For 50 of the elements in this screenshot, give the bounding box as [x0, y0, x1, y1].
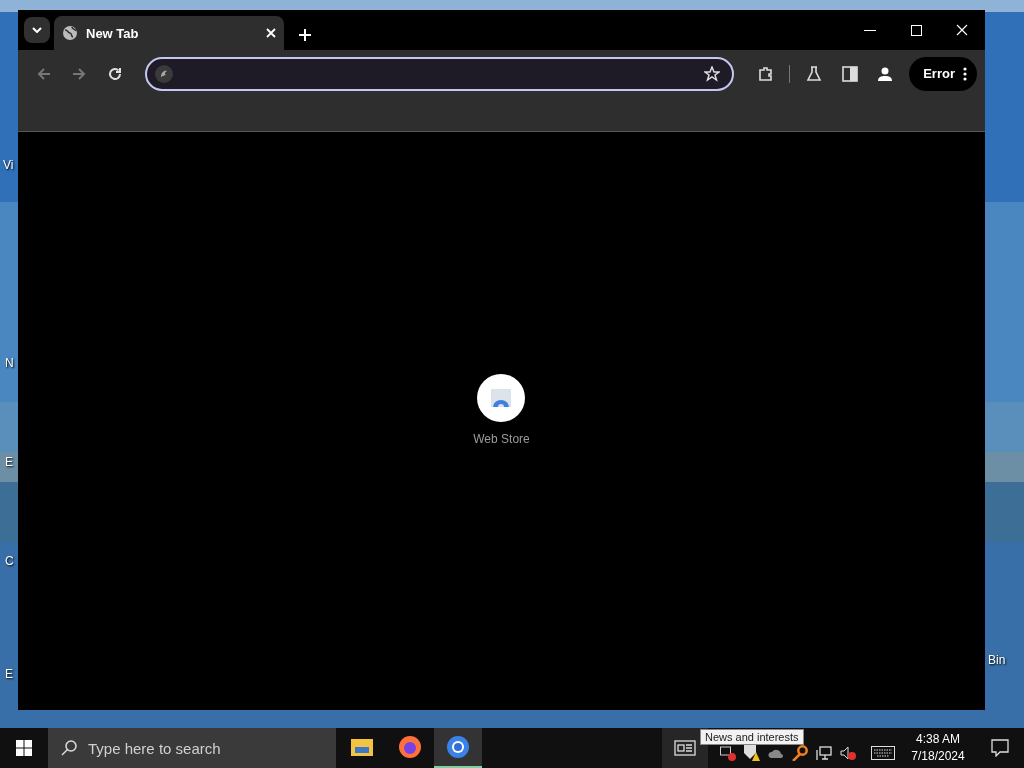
- tooltip: News and interests: [700, 729, 804, 745]
- more-icon: [963, 66, 967, 81]
- clock-date: 7/18/2024: [911, 748, 965, 765]
- folder-icon: [350, 737, 374, 757]
- muted-speaker-icon: [840, 745, 856, 761]
- monitor-alert-icon: [720, 745, 736, 761]
- taskbar-search-field[interactable]: Type here to search: [48, 728, 336, 768]
- desktop-icon-label: C: [5, 554, 14, 568]
- browser-tab[interactable]: New Tab: [54, 16, 284, 50]
- puzzle-icon: [757, 65, 774, 82]
- keyboard-drawing: [871, 746, 895, 760]
- speech-bubble-icon: [991, 739, 1009, 757]
- new-tab-button[interactable]: [298, 28, 312, 42]
- globe-icon: [62, 25, 78, 41]
- flask-icon: [806, 65, 823, 82]
- clock-time: 4:38 AM: [916, 731, 960, 748]
- person-icon: [877, 65, 894, 82]
- site-info-icon: [154, 64, 173, 83]
- shield-icon: [744, 745, 760, 761]
- search-icon: [60, 739, 78, 757]
- news-button[interactable]: [662, 728, 708, 768]
- chevron-down-icon: [32, 27, 42, 33]
- maximize-icon: [910, 24, 922, 36]
- firefox-icon: [398, 735, 422, 759]
- windows-logo-icon: [16, 740, 32, 756]
- close-icon: [956, 24, 968, 36]
- desktop-icon-label: N: [5, 356, 14, 370]
- news-icon: [674, 740, 696, 756]
- chrome-taskbar-button[interactable]: [434, 728, 482, 768]
- desktop-icon-label: Vi: [3, 158, 14, 172]
- tab-search-button[interactable]: [24, 17, 50, 43]
- store-icon: [490, 388, 513, 408]
- address-bar[interactable]: [144, 56, 735, 91]
- back-arrow-icon: [36, 66, 51, 81]
- desktop-icon-label: Bin: [988, 653, 1006, 667]
- close-tab-button[interactable]: [266, 28, 276, 38]
- cloud-icon: [768, 747, 784, 759]
- profile-error-button[interactable]: Error: [909, 56, 977, 91]
- close-icon: [266, 28, 276, 38]
- forward-arrow-icon: [72, 66, 87, 81]
- monitor-icon: [816, 745, 832, 761]
- plus-icon: [298, 28, 312, 42]
- desktop-icon-label: E: [5, 455, 13, 469]
- chrome-icon: [446, 735, 470, 759]
- side-panel-icon: [841, 65, 858, 82]
- minimize-icon: [864, 29, 876, 31]
- reload-icon: [107, 66, 122, 81]
- star-icon: [704, 65, 721, 82]
- key-icon: [792, 745, 808, 761]
- desktop-icon-label: E: [5, 667, 13, 681]
